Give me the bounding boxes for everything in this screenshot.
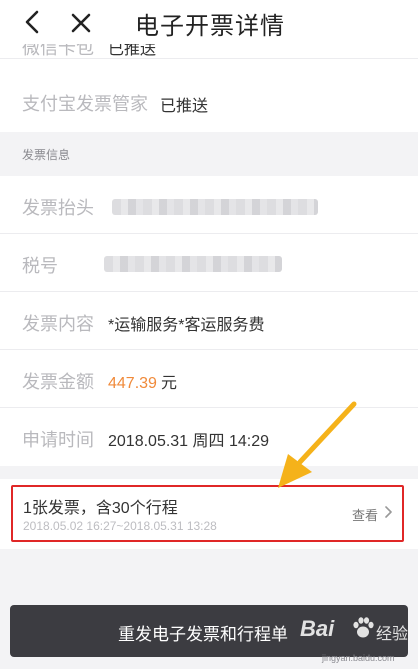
row-value: 447.39 元: [108, 369, 177, 393]
amount-unit: 元: [160, 375, 177, 392]
divider: [0, 58, 418, 59]
watermark-brand-cn: 经验: [376, 626, 409, 643]
trip-date-range: 2018.05.02 16:27~2018.05.31 13:28: [23, 519, 217, 533]
row-label: 税号: [22, 256, 58, 276]
row-label: 发票抬头: [22, 198, 94, 218]
wechat-card-row: 微信卡包 已推送: [0, 44, 418, 58]
row-value: 已推送: [160, 98, 209, 115]
row-label: 发票内容: [22, 314, 94, 334]
blurred-value: [112, 199, 318, 215]
row-value: *运输服务*客运服务费: [108, 317, 265, 334]
section-header: 发票信息: [22, 148, 71, 162]
tax-id-row: 税号: [0, 234, 418, 292]
row-value: 已推送: [108, 44, 157, 58]
annotation-arrow-icon: [278, 401, 357, 488]
amount-value: 447.39: [108, 375, 157, 392]
push-status-section: 支付宝发票管家 已推送: [0, 58, 418, 132]
close-icon[interactable]: [70, 12, 92, 34]
chevron-left-icon[interactable]: [22, 10, 44, 34]
nav-bar: 电子开票详情: [0, 0, 418, 44]
blurred-value: [104, 256, 282, 272]
invoice-title-row: 发票抬头: [0, 176, 418, 234]
invoice-content-row: 发票内容 *运输服务*客运服务费: [0, 292, 418, 350]
watermark-brand: Bai: [300, 616, 335, 641]
row-label: 发票金额: [22, 372, 94, 392]
baidu-watermark: Bai 经验 jingyan.baidu.com: [298, 612, 413, 666]
view-link[interactable]: 查看: [352, 505, 378, 524]
paw-icon: [353, 617, 374, 638]
trip-summary-title: 1张发票，含30个行程: [23, 500, 178, 517]
page-title: 电子开票详情: [135, 13, 285, 40]
row-label: 微信卡包: [22, 44, 94, 58]
chevron-right-icon[interactable]: [384, 505, 394, 519]
row-label: 申请时间: [22, 430, 94, 450]
button-label: 重发电子发票和行程单: [118, 625, 288, 644]
watermark-url: jingyan.baidu.com: [322, 653, 395, 663]
row-label: 支付宝发票管家: [22, 94, 148, 114]
row-value: 2018.05.31 周四 14:29: [108, 433, 270, 450]
alipay-row: 支付宝发票管家 已推送: [0, 74, 418, 115]
